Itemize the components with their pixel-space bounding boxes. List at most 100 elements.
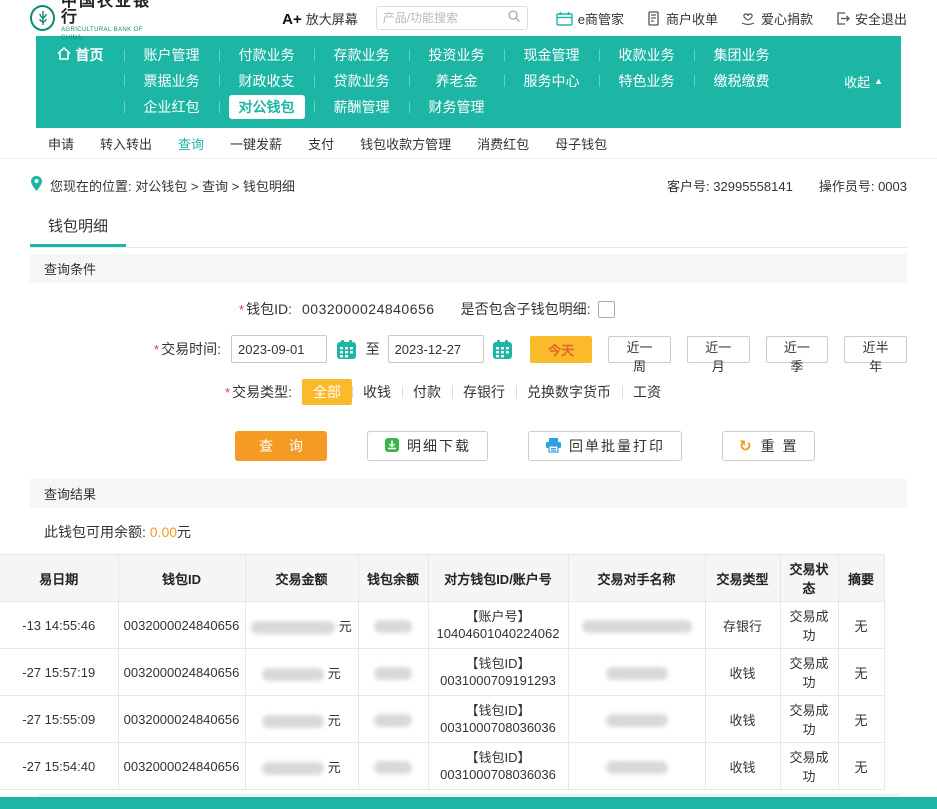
date-to-input[interactable] [388, 335, 484, 363]
subnav-one-key-payroll[interactable]: 一键发薪 [230, 134, 282, 153]
query-form: *钱包ID: 0032000024840656 是否包含子钱包明细: *交易时间… [30, 299, 907, 461]
nav-item-cash-mgmt[interactable]: 现金管理 [504, 43, 599, 67]
operator-number: 操作员号: 0003 [819, 176, 907, 195]
main-nav: 首页 账户管理 付款业务 存款业务 投资业务 现金管理 收款业务 集团业务 票据… [36, 36, 901, 128]
masked-amount [251, 621, 335, 634]
calendar-to-icon[interactable] [492, 337, 515, 361]
range-half-year-button[interactable]: 近半年 [844, 336, 907, 363]
subnav-transfer[interactable]: 转入转出 [100, 134, 152, 153]
nav-item-featured[interactable]: 特色业务 [599, 69, 694, 93]
product-search-box[interactable] [376, 6, 528, 30]
table-row: -13 14:55:46 0032000024840656 元 【账户号】104… [0, 602, 884, 649]
masked-counterparty-name [606, 667, 668, 680]
table-row: -27 15:55:09 0032000024840656 元 【钱包ID】00… [0, 696, 884, 743]
top-header: 中国农业银行 AGRICULTURAL BANK OF CHINA A+ 放大屏… [0, 0, 937, 36]
link-e-merchant-manager[interactable]: e商管家 [556, 9, 624, 28]
subnav-parent-child-wallet[interactable]: 母子钱包 [555, 134, 607, 153]
pos-terminal-icon [646, 11, 661, 26]
masked-balance [374, 714, 412, 727]
search-button[interactable]: 查 询 [235, 431, 327, 461]
breadcrumb: 您现在的位置: 对公钱包 > 查询 > 钱包明细 [50, 176, 295, 195]
breadcrumb-row: 您现在的位置: 对公钱包 > 查询 > 钱包明细 客户号: 3299555814… [30, 173, 907, 197]
nav-item-payment[interactable]: 付款业务 [219, 43, 314, 67]
printer-icon [545, 437, 562, 456]
reset-button[interactable]: ↻ 重 置 [722, 431, 815, 461]
nav-collapse-button[interactable]: 收起 ▲ [844, 72, 883, 91]
masked-amount [262, 762, 324, 775]
col-wallet-id: 钱包ID [118, 555, 245, 602]
table-header-row: 易日期 钱包ID 交易金额 钱包余额 对方钱包ID/账户号 交易对手名称 交易类… [0, 555, 884, 602]
range-today-button[interactable]: 今天 [530, 336, 592, 363]
batch-print-receipt-button[interactable]: 回单批量打印 [528, 431, 682, 461]
query-result-header: 查询结果 [30, 479, 907, 508]
nav-home[interactable]: 首页 [36, 45, 124, 65]
balance-value: 0.00 [150, 524, 177, 540]
table-row: -27 15:57:19 0032000024840656 元 【钱包ID】00… [0, 649, 884, 696]
action-buttons: 查 询 明细下载 回单批量打印 ↻ 重 置 [235, 431, 907, 461]
type-deposit-bank[interactable]: 存银行 [452, 379, 516, 405]
subnav-payee-mgmt[interactable]: 钱包收款方管理 [360, 134, 451, 153]
date-from-input[interactable] [231, 335, 327, 363]
nav-item-account-mgmt[interactable]: 账户管理 [124, 43, 219, 67]
col-type: 交易类型 [705, 555, 780, 602]
calendar-from-icon[interactable] [335, 337, 358, 361]
aplus-icon[interactable]: A+ [282, 11, 302, 28]
bank-logo-icon [30, 5, 55, 31]
include-sub-wallet-label: 是否包含子钱包明细: [461, 299, 591, 319]
header-quick-links: e商管家 商户收单 爱心捐款 安全退出 [556, 9, 907, 28]
sub-nav: 申请 转入转出 查询 一键发薪 支付 钱包收款方管理 消费红包 母子钱包 [0, 128, 937, 159]
nav-item-red-packet[interactable]: 企业红包 [124, 95, 219, 119]
location-pin-icon [30, 175, 43, 195]
subnav-query[interactable]: 查询 [178, 134, 204, 153]
type-all[interactable]: 全部 [302, 379, 352, 405]
nav-item-fiscal[interactable]: 财政收支 [219, 69, 314, 93]
nav-item-salary-mgmt[interactable]: 薪酬管理 [314, 95, 409, 119]
wallet-detail-page: 中国农业银行 AGRICULTURAL BANK OF CHINA A+ 放大屏… [0, 0, 937, 809]
customer-number: 客户号: 32995558141 [667, 176, 793, 195]
masked-counterparty-name [606, 714, 668, 727]
link-merchant-acquiring[interactable]: 商户收单 [646, 9, 718, 28]
nav-item-corporate-wallet[interactable]: 对公钱包 [219, 95, 314, 119]
search-icon[interactable] [507, 9, 521, 28]
bank-name-en: AGRICULTURAL BANK OF CHINA [61, 26, 164, 42]
search-input[interactable] [383, 11, 507, 25]
link-secure-logout[interactable]: 安全退出 [835, 9, 907, 28]
type-receive[interactable]: 收钱 [352, 379, 402, 405]
date-range-to-label: 至 [366, 339, 380, 359]
col-summary: 摘要 [838, 555, 884, 602]
masked-amount [262, 668, 324, 681]
nav-item-tax[interactable]: 缴税缴费 [694, 69, 789, 93]
reset-icon: ↻ [739, 437, 754, 455]
e-merchant-icon [556, 11, 573, 26]
required-asterisk: * [239, 302, 244, 317]
subnav-pay[interactable]: 支付 [308, 134, 334, 153]
subnav-apply[interactable]: 申请 [48, 134, 74, 153]
range-quarter-button[interactable]: 近一季 [766, 336, 829, 363]
range-week-button[interactable]: 近一周 [608, 336, 671, 363]
link-charity-donation[interactable]: 爱心捐款 [740, 9, 813, 28]
type-salary[interactable]: 工资 [622, 379, 672, 405]
nav-item-loans[interactable]: 贷款业务 [314, 69, 409, 93]
nav-item-investment[interactable]: 投资业务 [409, 43, 504, 67]
nav-item-collection[interactable]: 收款业务 [599, 43, 694, 67]
subnav-consume-red-packet[interactable]: 消费红包 [477, 134, 529, 153]
download-detail-button[interactable]: 明细下载 [367, 431, 488, 461]
range-month-button[interactable]: 近一月 [687, 336, 750, 363]
nav-item-pension[interactable]: 养老金 [409, 69, 504, 93]
type-exchange-digital-currency[interactable]: 兑换数字货币 [516, 379, 622, 405]
col-date: 易日期 [0, 555, 118, 602]
nav-item-group-business[interactable]: 集团业务 [694, 43, 789, 67]
tab-bar: 钱包明细 [30, 211, 907, 248]
type-pay[interactable]: 付款 [402, 379, 452, 405]
nav-item-service-center[interactable]: 服务中心 [504, 69, 599, 93]
nav-item-bills[interactable]: 票据业务 [124, 69, 219, 93]
masked-counterparty-name [606, 761, 668, 774]
nav-item-finance-mgmt[interactable]: 财务管理 [409, 95, 504, 119]
logout-icon [835, 11, 850, 26]
enlarge-screen-control[interactable]: A+ 放大屏幕 [282, 9, 358, 28]
col-status: 交易状态 [780, 555, 838, 602]
tab-wallet-detail[interactable]: 钱包明细 [30, 211, 126, 247]
include-sub-wallet-checkbox[interactable] [598, 301, 615, 318]
nav-item-deposit[interactable]: 存款业务 [314, 43, 409, 67]
masked-counterparty-name [582, 620, 692, 633]
